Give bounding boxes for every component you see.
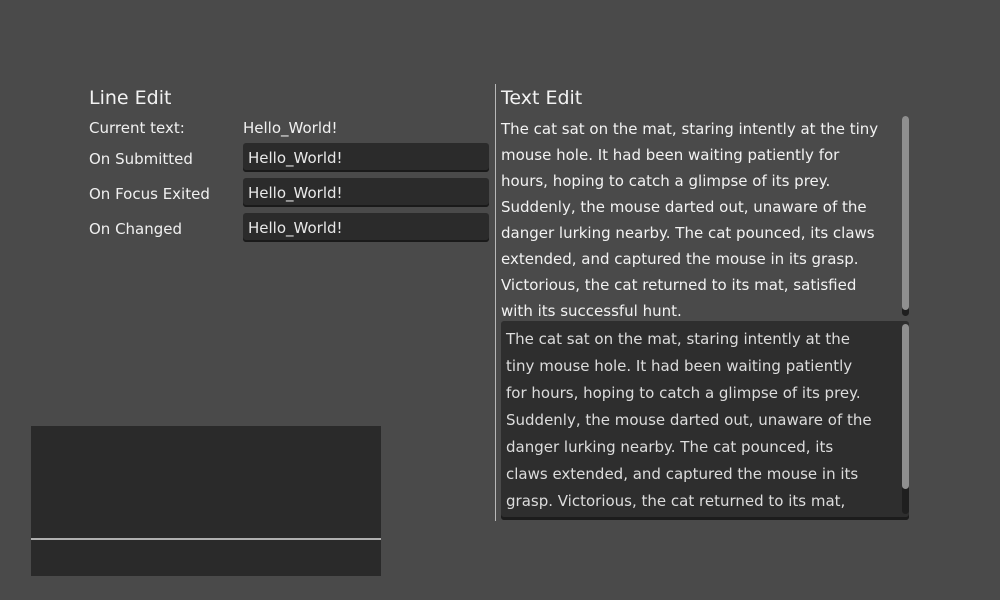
on-focus-exited-label: On Focus Exited [89, 185, 210, 203]
bottom-panel [31, 426, 381, 576]
current-text-label: Current text: [89, 119, 185, 137]
text-edit-content[interactable]: The cat sat on the mat, staring intently… [506, 326, 891, 515]
on-submitted-label: On Submitted [89, 150, 193, 168]
on-changed-field[interactable]: Hello_World! [243, 213, 489, 242]
text-display-scrollbar[interactable] [902, 116, 909, 316]
panel-divider-line [31, 538, 381, 540]
section-divider [495, 84, 496, 521]
text-display: The cat sat on the mat, staring intently… [501, 120, 879, 320]
on-focus-exited-field[interactable]: Hello_World! [243, 178, 489, 207]
line-edit-title: Line Edit [89, 87, 172, 109]
current-text-value: Hello_World! [243, 119, 338, 137]
on-submitted-field[interactable]: Hello_World! [243, 143, 489, 172]
text-display-scroll-thumb[interactable] [902, 116, 909, 310]
text-edit-scroll-thumb[interactable] [902, 324, 909, 489]
text-edit-scrollbar[interactable] [902, 324, 909, 514]
text-edit-field[interactable]: The cat sat on the mat, staring intently… [501, 321, 909, 520]
on-changed-label: On Changed [89, 220, 183, 238]
text-edit-title: Text Edit [501, 87, 583, 109]
